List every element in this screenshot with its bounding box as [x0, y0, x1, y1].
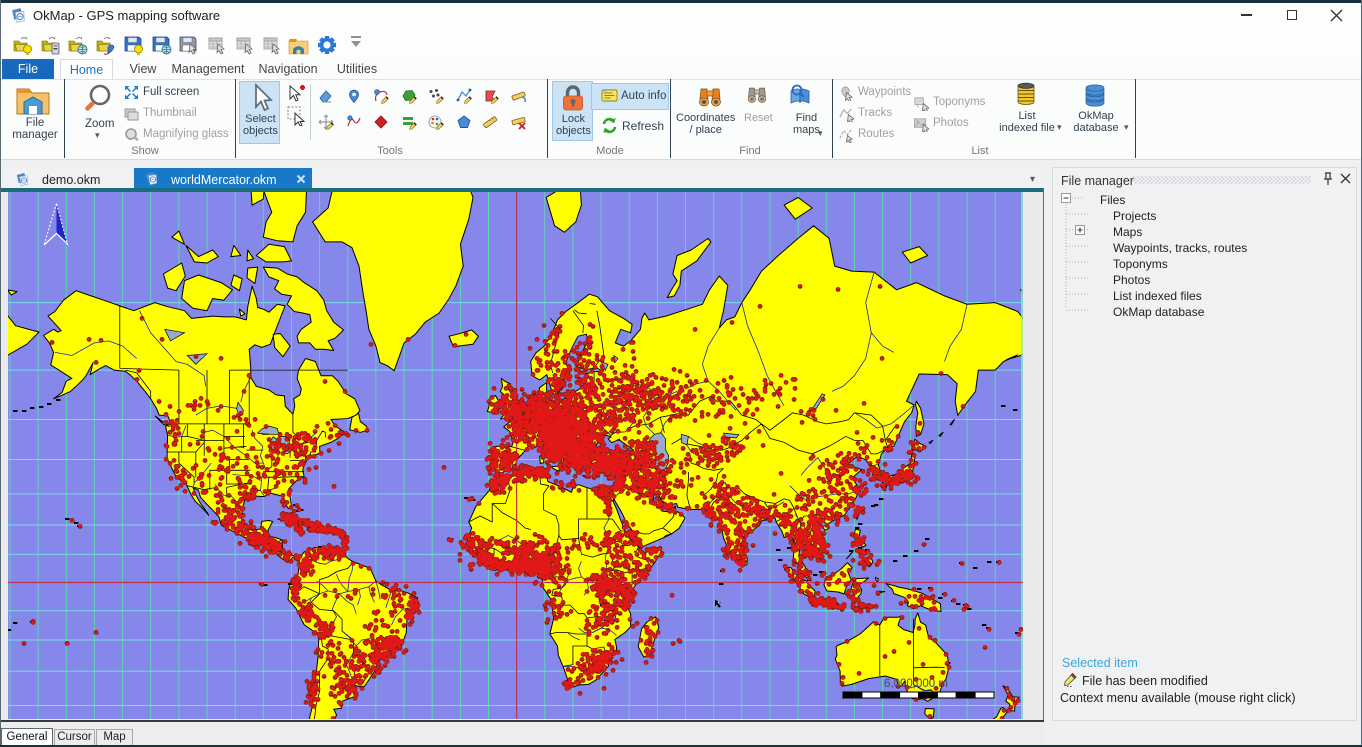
svg-text:6,000,000 m: 6,000,000 m [884, 678, 948, 690]
